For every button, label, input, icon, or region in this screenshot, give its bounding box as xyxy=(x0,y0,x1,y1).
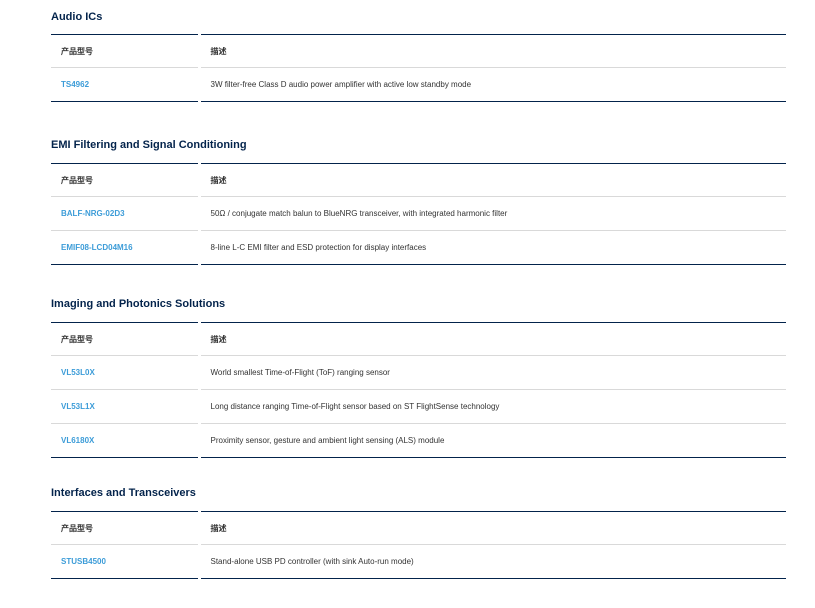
part-number-cell: TS4962 xyxy=(51,67,201,102)
part-description: 50Ω / conjugate match balun to BlueNRG t… xyxy=(210,209,508,218)
column-header-description: 描述 xyxy=(199,34,786,68)
column-header-part-number: 产品型号 xyxy=(51,34,201,68)
section-title: Interfaces and Transceivers xyxy=(51,487,196,499)
part-number-cell: VL53L1X xyxy=(51,389,201,424)
part-number-link[interactable]: EMIF08-LCD04M16 xyxy=(61,243,133,252)
part-number-cell: BALF-NRG-02D3 xyxy=(51,196,201,231)
table-header-row: 产品型号 描述 xyxy=(51,34,786,68)
table-row: TS4962 3W filter-free Class D audio powe… xyxy=(51,67,786,102)
section-title: Imaging and Photonics Solutions xyxy=(51,298,226,310)
column-header-description: 描述 xyxy=(199,511,786,545)
part-number-link[interactable]: TS4962 xyxy=(61,80,89,89)
column-header-part-number: 产品型号 xyxy=(51,163,201,197)
column-header-part-number: 产品型号 xyxy=(51,322,201,356)
part-description: Proximity sensor, gesture and ambient li… xyxy=(199,423,786,458)
table-row: VL53L1X Long distance ranging Time-of-Fl… xyxy=(51,389,786,424)
table-row: BALF-NRG-02D3 50Ω / conjugate match balu… xyxy=(51,196,786,231)
section-interfaces-transceivers: Interfaces and Transceivers 产品型号 描述 STUS… xyxy=(51,485,786,579)
part-description: Long distance ranging Time-of-Flight sen… xyxy=(199,389,786,424)
column-header-part-number: 产品型号 xyxy=(51,511,201,545)
part-number-link[interactable]: VL6180X xyxy=(61,436,94,445)
product-table: 产品型号 描述 TS4962 3W filter-free Class D au… xyxy=(51,34,786,102)
table-row: STUSB4500 Stand-alone USB PD controller … xyxy=(51,544,786,579)
section-title: EMI Filtering and Signal Conditioning xyxy=(51,139,247,151)
section-imaging-photonics: Imaging and Photonics Solutions 产品型号 描述 … xyxy=(51,296,786,458)
part-description: 8-line L-C EMI filter and ESD protection… xyxy=(199,230,786,265)
table-header-row: 产品型号 描述 xyxy=(51,322,786,356)
part-number-cell: VL53L0X xyxy=(51,355,201,390)
part-number-cell: EMIF08-LCD04M16 xyxy=(51,230,201,265)
section-title: Audio ICs xyxy=(51,11,103,23)
section-audio-ics: Audio ICs 产品型号 描述 TS4962 3W filter-free … xyxy=(51,9,786,102)
table-header-row: 产品型号 描述 xyxy=(51,163,786,197)
section-emi-filtering: EMI Filtering and Signal Conditioning 产品… xyxy=(51,137,786,265)
column-header-description: 描述 xyxy=(199,322,786,356)
table-header-row: 产品型号 描述 xyxy=(51,511,786,545)
table-row: EMIF08-LCD04M16 8-line L-C EMI filter an… xyxy=(51,230,786,265)
table-row: VL6180X Proximity sensor, gesture and am… xyxy=(51,423,786,458)
part-number-link[interactable]: VL53L0X xyxy=(61,368,95,377)
part-description: Stand-alone USB PD controller (with sink… xyxy=(210,557,414,566)
part-description: 3W filter-free Class D audio power ampli… xyxy=(210,80,472,89)
product-table: 产品型号 描述 VL53L0X World smallest Time-of-F… xyxy=(51,322,786,458)
table-row: VL53L0X World smallest Time-of-Flight (T… xyxy=(51,355,786,390)
part-number-link[interactable]: BALF-NRG-02D3 xyxy=(61,209,125,218)
part-number-link[interactable]: STUSB4500 xyxy=(61,557,106,566)
part-number-cell: STUSB4500 xyxy=(51,544,201,579)
product-list-page: Audio ICs 产品型号 描述 TS4962 3W filter-free … xyxy=(51,0,786,579)
column-header-description: 描述 xyxy=(199,163,786,197)
part-number-cell: VL6180X xyxy=(51,423,201,458)
product-table: 产品型号 描述 BALF-NRG-02D3 50Ω / conjugate ma… xyxy=(51,163,786,265)
part-number-link[interactable]: VL53L1X xyxy=(61,402,95,411)
product-table: 产品型号 描述 STUSB4500 Stand-alone USB PD con… xyxy=(51,511,786,579)
part-description: World smallest Time-of-Flight (ToF) rang… xyxy=(210,368,390,377)
